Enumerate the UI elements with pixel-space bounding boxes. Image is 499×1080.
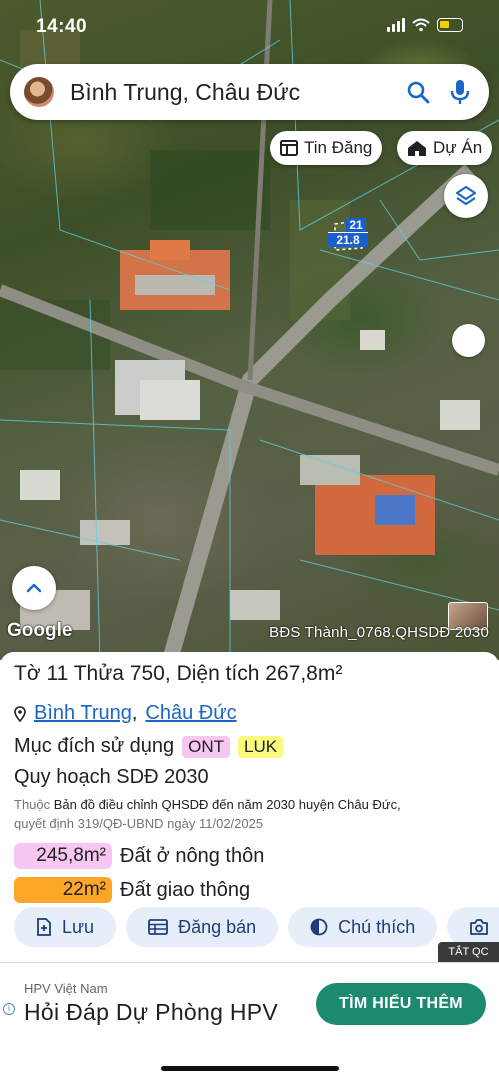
newspaper-icon [280,140,298,156]
parcel-area: 21.8 [328,232,368,247]
source-prefix: Thuộc [14,797,51,812]
search-input[interactable]: Bình Trung, Châu Đức [70,79,405,106]
land-use-row: 245,8m² Đất ở nông thôn [14,843,485,869]
ad-sponsor: HPV Việt Nam [24,981,108,996]
info-icon[interactable]: i [3,1003,15,1015]
purpose-tag-luk[interactable]: LUK [238,735,284,758]
layers-icon [456,186,476,205]
ad-close-button[interactable]: TẮT QC [438,942,499,962]
file-add-icon [37,918,51,936]
table-icon [148,919,168,935]
parcel-info-panel: Tờ 11 Thửa 750, Diện tích 267,8m² Bình T… [0,652,499,962]
area-value: 267,8m² [265,662,343,685]
plan-source: Thuộc Bản đồ điều chỉnh QHSDĐ đến năm 20… [14,795,485,833]
ad-banner[interactable]: i HPV Việt Nam Hỏi Đáp Dự Phòng HPV TÌM … [0,962,499,1080]
land-use-name: Đất ở nông thôn [120,844,265,867]
save-button-label: Lưu [62,916,95,937]
search-icon[interactable] [405,79,431,105]
plot-label: Thửa [73,662,124,685]
source-decision: quyết định 319/QĐ-UBND ngày 11/02/2025 [14,816,264,831]
purpose-tag-ont[interactable]: ONT [182,735,231,758]
post-sale-button[interactable]: Đăng bán [126,907,279,947]
plot-number: 750 [129,662,165,685]
post-sale-label: Đăng bán [178,916,257,937]
avatar[interactable] [24,77,54,107]
projects-chip-label: Dự Án [433,138,483,157]
status-time: 14:40 [36,16,88,37]
district-link[interactable]: Châu Đức [145,702,236,725]
contrast-icon [310,918,328,936]
address-separator: , [131,702,138,724]
ward-link[interactable]: Bình Trung [34,702,132,725]
save-button[interactable]: Lưu [14,907,117,947]
mic-icon[interactable] [447,79,473,105]
house-icon [408,140,426,156]
status-icons [387,18,463,32]
ad-cta-button[interactable]: TÌM HIỂU THÊM [316,983,486,1025]
land-use-row: 22m² Đất giao thông [14,877,485,903]
plan-title: Quy hoạch SDĐ 2030 [14,766,209,788]
legend-button-label: Chú thích [338,916,416,937]
ad-headline[interactable]: Hỏi Đáp Dự Phòng HPV [24,999,278,1026]
home-indicator[interactable] [161,1066,339,1071]
map-watermark: BĐS Thành_0768.QHSDĐ 2030 [269,624,489,641]
expand-panel-button[interactable] [12,566,56,610]
parcel-number: 21 [346,218,366,232]
land-purpose: Mục đích sử dụng ONT LUK [14,735,485,758]
address-line: Bình Trung , Châu Đức [14,702,485,725]
parcel-label[interactable]: 21 21.8 [328,218,368,247]
land-use-area: 22m² [14,877,112,903]
layers-button[interactable] [444,174,488,218]
camera-icon [470,919,489,935]
projects-chip[interactable]: Dự Án [397,131,493,165]
location-marker[interactable] [452,324,485,357]
listings-chip-label: Tin Đăng [304,138,373,157]
wifi-icon [412,18,430,32]
land-use-area: 245,8m² [14,843,112,869]
listings-chip[interactable]: Tin Đăng [270,131,383,165]
search-bar[interactable]: Bình Trung, Châu Đức [10,64,489,120]
legend-button[interactable]: Chú thích [288,907,438,947]
signal-icon [387,18,405,32]
location-pin-icon [14,705,26,722]
parcel-title: Tờ 11 Thửa 750, Diện tích 267,8m² [14,662,343,685]
action-bar: Lưu Đăng bán Chú thích [14,907,499,947]
screen: 21 21.8 Google BĐS Thành_0768.QHSDĐ 2030… [0,0,499,1080]
sheet-number: 11 [46,662,69,685]
area-label: Diện tích [176,662,260,685]
google-logo: Google [7,620,73,641]
status-bar: 14:40 [0,0,499,52]
camera-button[interactable]: C [447,907,499,947]
land-use-name: Đất giao thông [120,878,251,901]
chevron-up-icon [26,583,42,593]
battery-icon [437,18,463,32]
sheet-label: Tờ [14,662,41,685]
source-document: Bản đồ điều chỉnh QHSDĐ đến năm 2030 huy… [53,797,401,812]
purpose-label: Mục đích sử dụng [14,735,175,757]
